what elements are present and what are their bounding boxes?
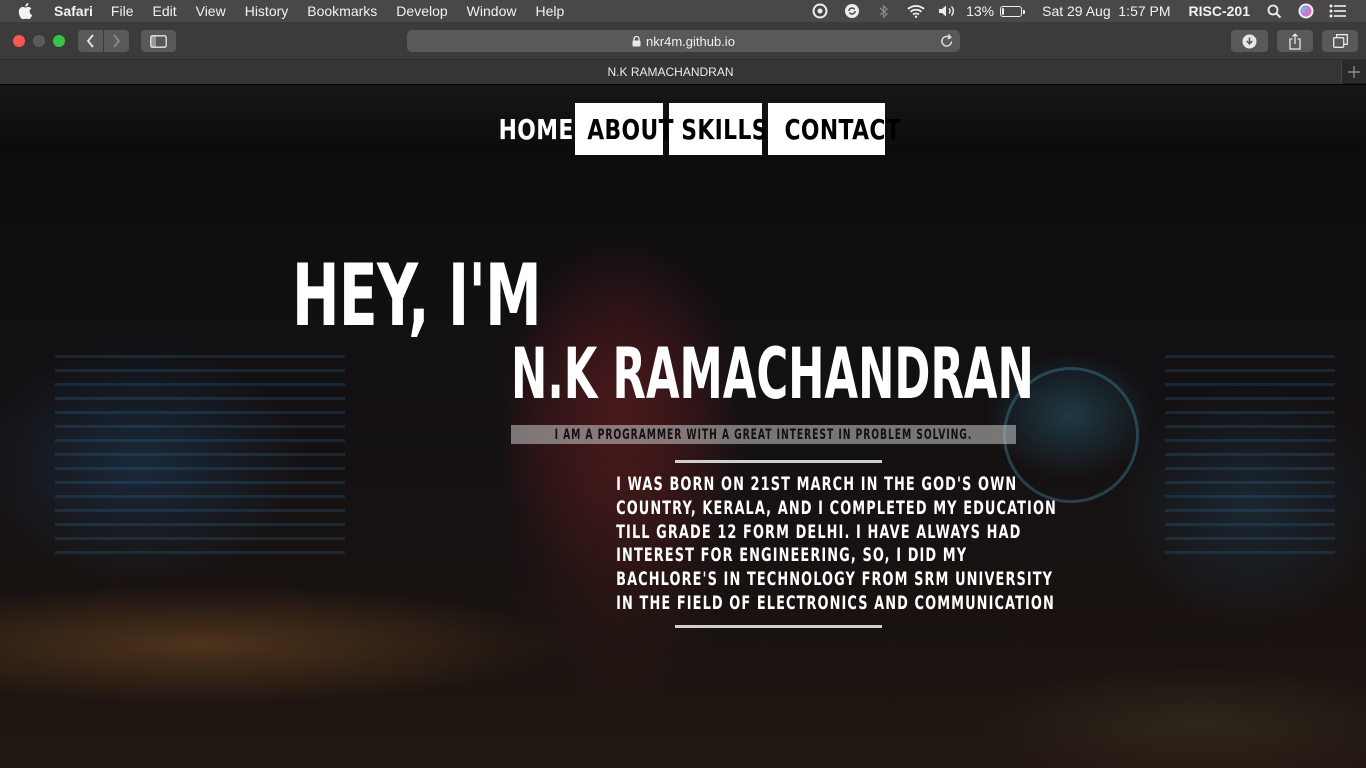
apple-menu-icon[interactable] bbox=[18, 3, 36, 19]
chevron-left-icon bbox=[86, 34, 94, 48]
macos-menu-bar: Safari File Edit View History Bookmarks … bbox=[0, 0, 1366, 22]
battery-icon[interactable] bbox=[1000, 5, 1026, 17]
bluetooth-icon[interactable] bbox=[874, 3, 894, 19]
background-departure-board bbox=[55, 355, 345, 555]
nav-contact[interactable]: CONTACT bbox=[768, 103, 901, 155]
menu-help[interactable]: Help bbox=[535, 0, 564, 22]
hero-greeting: HEY, I'M bbox=[292, 246, 542, 346]
window-fullscreen-button[interactable] bbox=[53, 35, 65, 47]
creative-cloud-icon[interactable] bbox=[810, 3, 830, 19]
tab-overview-button[interactable] bbox=[1322, 30, 1358, 52]
bio-paragraph: I WAS BORN ON 21ST MARCH IN THE GOD'S OW… bbox=[540, 473, 1057, 616]
bio-line: I WAS BORN ON 21ST MARCH IN THE GOD'S OW… bbox=[616, 473, 1018, 495]
window-close-button[interactable] bbox=[13, 35, 25, 47]
battery-percent: 13% bbox=[966, 3, 995, 19]
active-tab[interactable]: N.K RAMACHANDRAN bbox=[0, 60, 1341, 84]
nav-home[interactable]: HOME bbox=[488, 103, 574, 155]
tab-bar: N.K RAMACHANDRAN bbox=[0, 60, 1366, 84]
menu-app-name[interactable]: Safari bbox=[54, 0, 93, 22]
volume-icon[interactable] bbox=[938, 3, 958, 19]
bio-line: INTEREST FOR ENGINEERING, SO, I DID MY bbox=[616, 544, 968, 567]
nav-skills[interactable]: SKILLS bbox=[669, 103, 768, 155]
address-bar[interactable]: nkr4m.github.io bbox=[407, 30, 960, 52]
background-arrival-board bbox=[1165, 355, 1335, 565]
new-tab-button[interactable] bbox=[1341, 60, 1366, 84]
menu-bookmarks[interactable]: Bookmarks bbox=[307, 0, 377, 22]
clock[interactable]: Sat 29 Aug 1:57 PM bbox=[1042, 3, 1170, 19]
menu-history[interactable]: History bbox=[245, 0, 289, 22]
lock-icon bbox=[632, 35, 641, 47]
nav-about[interactable]: ABOUT bbox=[575, 103, 674, 155]
download-icon bbox=[1242, 34, 1257, 48]
hero-tagline: I AM A PROGRAMMER WITH A GREAT INTEREST … bbox=[511, 425, 1016, 444]
history-nav-group bbox=[78, 30, 129, 52]
menu-edit[interactable]: Edit bbox=[152, 0, 176, 22]
bio-line: TILL GRADE 12 FORM DELHI. I HAVE ALWAYS … bbox=[616, 520, 1022, 543]
nav-about-label: ABOUT bbox=[587, 112, 674, 146]
window-minimize-button[interactable] bbox=[33, 35, 45, 47]
page-content: HOME ABOUT SKILLS CONTACT HEY, I'M N.K R… bbox=[0, 85, 1366, 768]
user-name[interactable]: RISC-201 bbox=[1189, 3, 1250, 19]
sidebar-toggle-button[interactable] bbox=[141, 30, 176, 52]
menu-view[interactable]: View bbox=[196, 0, 226, 22]
back-button[interactable] bbox=[78, 30, 103, 52]
nav-skills-label: SKILLS bbox=[681, 112, 768, 146]
siri-icon[interactable] bbox=[1296, 3, 1316, 19]
battery-fill bbox=[1002, 7, 1005, 15]
wifi-icon[interactable] bbox=[906, 3, 926, 19]
forward-button[interactable] bbox=[104, 30, 129, 52]
reload-icon[interactable] bbox=[940, 33, 954, 49]
menu-file[interactable]: File bbox=[111, 0, 134, 22]
tab-title: N.K RAMACHANDRAN bbox=[607, 65, 734, 79]
bio-line: BACHLORE'S IN TECHNOLOGY FROM SRM UNIVER… bbox=[616, 568, 1054, 591]
spotlight-icon[interactable] bbox=[1264, 3, 1284, 19]
bio-line: IN THE FIELD OF ELECTRONICS AND COMMUNIC… bbox=[616, 591, 1055, 614]
share-icon bbox=[1289, 32, 1301, 50]
browser-toolbar: nkr4m.github.io bbox=[0, 22, 1366, 60]
chevron-right-icon bbox=[113, 34, 121, 48]
url-text: nkr4m.github.io bbox=[646, 33, 735, 49]
notification-center-icon[interactable] bbox=[1328, 3, 1348, 19]
site-nav: HOME ABOUT SKILLS CONTACT bbox=[488, 103, 901, 155]
share-button[interactable] bbox=[1277, 30, 1313, 52]
menu-window[interactable]: Window bbox=[467, 0, 517, 22]
sync-icon[interactable] bbox=[842, 3, 862, 19]
nav-contact-label: CONTACT bbox=[784, 112, 902, 146]
tabs-icon bbox=[1332, 34, 1348, 48]
downloads-button[interactable] bbox=[1231, 30, 1268, 52]
divider-bottom bbox=[675, 625, 882, 628]
plus-icon bbox=[1348, 66, 1360, 78]
hero-name: N.K RAMACHANDRAN bbox=[511, 333, 1034, 415]
nav-home-label: HOME bbox=[498, 112, 574, 146]
sidebar-icon bbox=[150, 34, 167, 48]
tagline-text: I AM A PROGRAMMER WITH A GREAT INTEREST … bbox=[554, 426, 973, 443]
bio-line: COUNTRY, KERALA, AND I COMPLETED MY EDUC… bbox=[616, 496, 1057, 519]
menu-develop[interactable]: Develop bbox=[396, 0, 447, 22]
divider-top bbox=[675, 460, 882, 463]
